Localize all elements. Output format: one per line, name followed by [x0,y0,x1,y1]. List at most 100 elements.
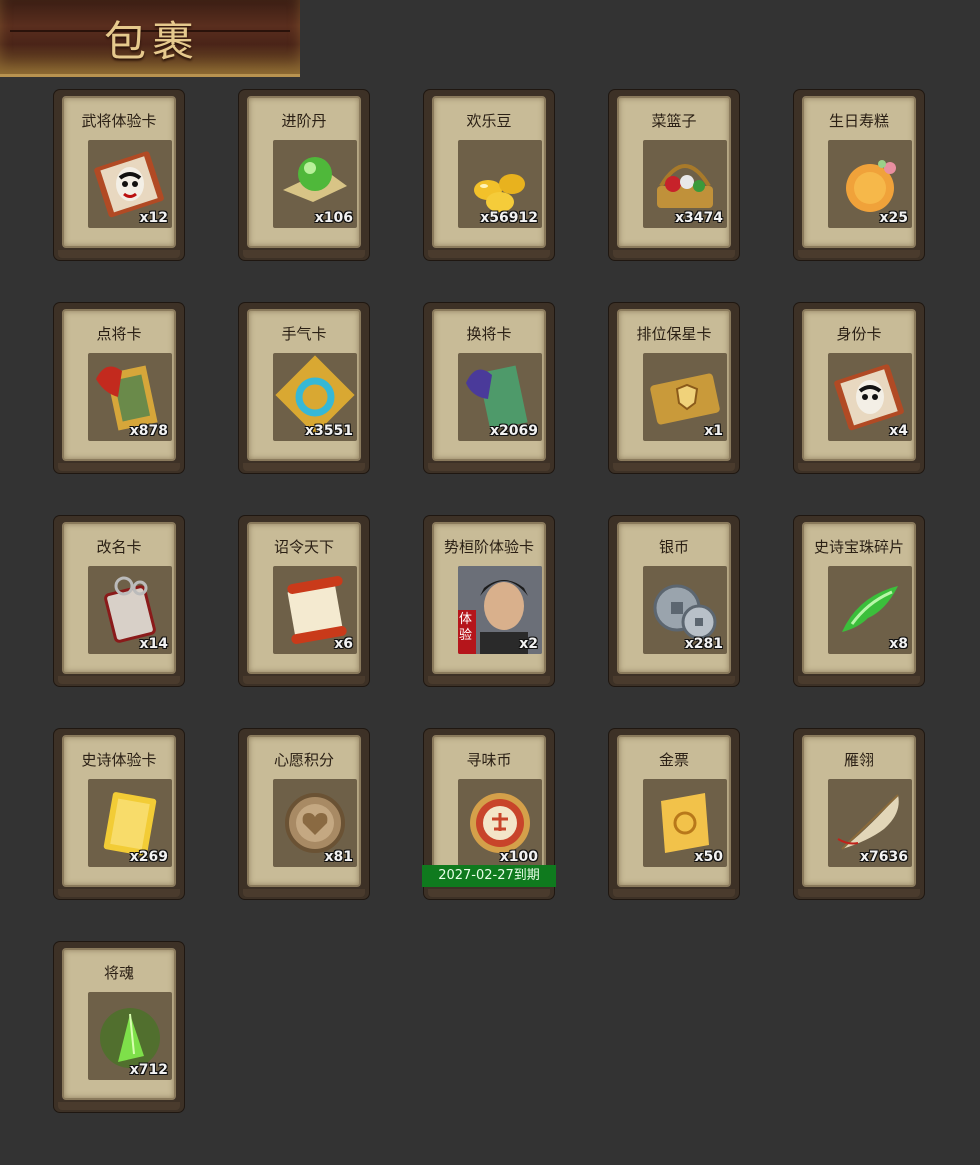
item-card-face: 手气卡 x3551 [247,309,361,461]
inventory-item[interactable]: 金票 x50 [609,729,739,899]
inventory-item[interactable]: 排位保星卡 x1 [609,303,739,473]
item-name: 身份卡 [836,325,882,343]
inventory-item[interactable]: 史诗宝珠碎片 x8 [794,516,924,686]
item-name: 寻味币 [466,751,512,769]
inventory-item[interactable]: 身份卡 x4 [794,303,924,473]
item-card-face: 史诗宝珠碎片 x8 [802,522,916,674]
inventory-item[interactable]: 菜篮子 x3474 [609,90,739,260]
item-quantity: x1 [704,423,723,439]
item-card-face: 史诗体验卡 x269 [62,735,176,887]
silver-coin-icon: x281 [643,566,727,654]
item-card-face: 武将体验卡 x12 [62,96,176,248]
item-quantity: x6 [334,636,353,652]
item-card-face: 金票 x50 [617,735,731,887]
inventory-item[interactable]: 进阶丹 x106 [239,90,369,260]
item-name: 心愿积分 [273,751,334,769]
item-quantity: x56912 [480,210,538,226]
heart-coin-icon: x81 [273,779,357,867]
expiry-banner: 2027-02-27到期 [422,865,556,887]
inventory-item[interactable]: 雁翎 x7636 [794,729,924,899]
item-name: 诏令天下 [273,538,334,556]
inventory-item[interactable]: 生日寿糕 x25 [794,90,924,260]
opera-mask-card-icon: x12 [88,140,172,228]
item-name: 金票 [658,751,689,769]
item-quantity: x3474 [675,210,723,226]
item-name: 欢乐豆 [466,112,512,130]
item-card-face: 将魂 x712 [62,948,176,1100]
inventory-item[interactable]: 史诗体验卡 x269 [54,729,184,899]
trial-badge: 体验 [459,612,473,643]
inventory-item[interactable]: 寻味币 x100 2027-02-27到期 [422,729,556,899]
inventory-item[interactable]: 心愿积分 x81 [239,729,369,899]
item-name: 点将卡 [96,325,142,343]
rename-card-icon: x14 [88,566,172,654]
item-quantity: x878 [129,423,168,439]
item-card-face: 生日寿糕 x25 [802,96,916,248]
item-name: 将魂 [103,964,134,982]
item-card-face: 雁翎 x7636 [802,735,916,887]
item-name: 雁翎 [843,751,874,769]
item-quantity: x4 [889,423,908,439]
item-quantity: x3551 [305,423,353,439]
item-quantity: x2069 [490,423,538,439]
inventory-item[interactable]: 换将卡 x2069 [424,303,554,473]
item-quantity: x12 [139,210,168,226]
item-quantity: x14 [139,636,168,652]
item-card-face: 换将卡 x2069 [432,309,546,461]
swap-card-icon: x2069 [458,353,542,441]
hero-portrait-icon: 体验 x2 [458,566,542,654]
gold-ticket-icon: x50 [643,779,727,867]
item-name: 手气卡 [281,325,327,343]
inventory-item[interactable]: 势桓阶体验卡体验 x2 [424,516,554,686]
taste-coin-icon: x100 [458,779,542,867]
inventory-item[interactable]: 武将体验卡 x12 [54,90,184,260]
luck-card-icon: x3551 [273,353,357,441]
inventory-item[interactable]: 银币 x281 [609,516,739,686]
inventory-item[interactable]: 欢乐豆 x56912 [424,90,554,260]
item-name: 换将卡 [466,325,512,343]
item-quantity: x2 [519,636,538,652]
item-name: 进阶丹 [281,112,327,130]
item-card-face: 改名卡 x14 [62,522,176,674]
item-name: 武将体验卡 [81,112,157,130]
green-crystal-icon: x712 [88,992,172,1080]
inventory-item[interactable]: 手气卡 x3551 [239,303,369,473]
item-quantity: x8 [889,636,908,652]
item-card-face: 欢乐豆 x56912 [432,96,546,248]
item-name: 生日寿糕 [828,112,889,130]
gold-beans-icon: x56912 [458,140,542,228]
item-card-face: 银币 x281 [617,522,731,674]
item-card-face: 势桓阶体验卡体验 x2 [432,522,546,674]
item-quantity: x269 [129,849,168,865]
inventory-item[interactable]: 将魂 x712 [54,942,184,1112]
birthday-cake-icon: x25 [828,140,912,228]
item-quantity: x712 [129,1062,168,1078]
item-quantity: x81 [324,849,353,865]
item-card-face: 心愿积分 x81 [247,735,361,887]
basket-icon: x3474 [643,140,727,228]
item-name: 势桓阶体验卡 [443,538,534,556]
green-shard-icon: x8 [828,566,912,654]
green-pill-icon: x106 [273,140,357,228]
item-name: 银币 [658,538,689,556]
inventory-item[interactable]: 点将卡 x878 [54,303,184,473]
scroll-icon: x6 [273,566,357,654]
item-card-face: 排位保星卡 x1 [617,309,731,461]
item-quantity: x50 [694,849,723,865]
feather-icon: x7636 [828,779,912,867]
item-name: 排位保星卡 [636,325,712,343]
item-quantity: x100 [499,849,538,865]
inventory-item[interactable]: 诏令天下 x6 [239,516,369,686]
inventory-grid: 武将体验卡 x12 进阶丹 x106 欢乐豆 x56912 菜篮子 x3474 生日寿糕 x25 点… [0,0,980,1165]
item-quantity: x7636 [860,849,908,865]
item-card-face: 进阶丹 x106 [247,96,361,248]
item-name: 史诗体验卡 [81,751,157,769]
inventory-item[interactable]: 改名卡 x14 [54,516,184,686]
item-card-face: 身份卡 x4 [802,309,916,461]
item-quantity: x106 [314,210,353,226]
item-quantity: x281 [684,636,723,652]
shield-ticket-icon: x1 [643,353,727,441]
item-name: 改名卡 [96,538,142,556]
identity-card-icon: x4 [828,353,912,441]
item-quantity: x25 [879,210,908,226]
